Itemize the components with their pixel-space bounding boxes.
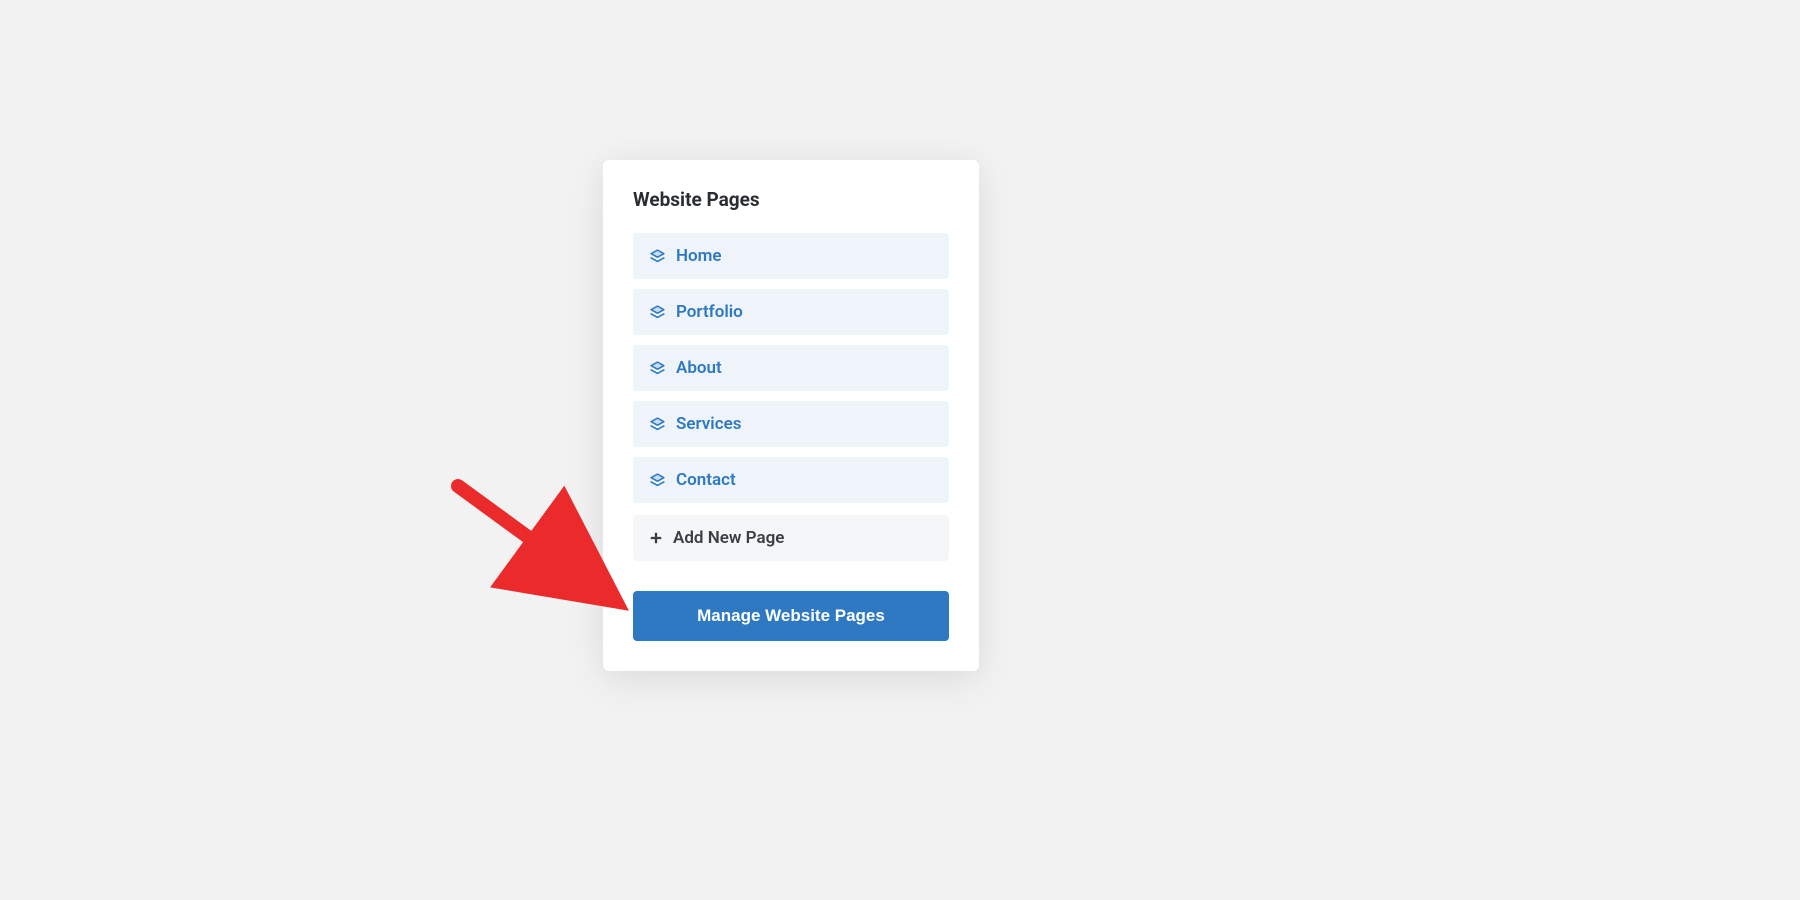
page-item-portfolio[interactable]: Portfolio (633, 289, 949, 335)
manage-pages-button[interactable]: Manage Website Pages (633, 591, 949, 641)
layers-icon (649, 416, 666, 433)
page-item-label: Services (676, 414, 741, 434)
page-item-about[interactable]: About (633, 345, 949, 391)
add-new-page-button[interactable]: Add New Page (633, 515, 949, 561)
layers-icon (649, 360, 666, 377)
layers-icon (649, 472, 666, 489)
page-list: Home Portfolio About (633, 233, 949, 561)
panel-title: Website Pages (633, 188, 949, 211)
page-item-label: Contact (676, 470, 736, 490)
page-item-label: Portfolio (676, 302, 743, 322)
page-item-label: Home (676, 246, 722, 266)
page-item-label: About (676, 358, 722, 378)
layers-icon (649, 248, 666, 265)
plus-icon (649, 531, 663, 545)
add-item-label: Add New Page (673, 528, 784, 548)
page-item-services[interactable]: Services (633, 401, 949, 447)
page-item-contact[interactable]: Contact (633, 457, 949, 503)
website-pages-panel: Website Pages Home Portfolio (603, 160, 979, 671)
layers-icon (649, 304, 666, 321)
page-item-home[interactable]: Home (633, 233, 949, 279)
